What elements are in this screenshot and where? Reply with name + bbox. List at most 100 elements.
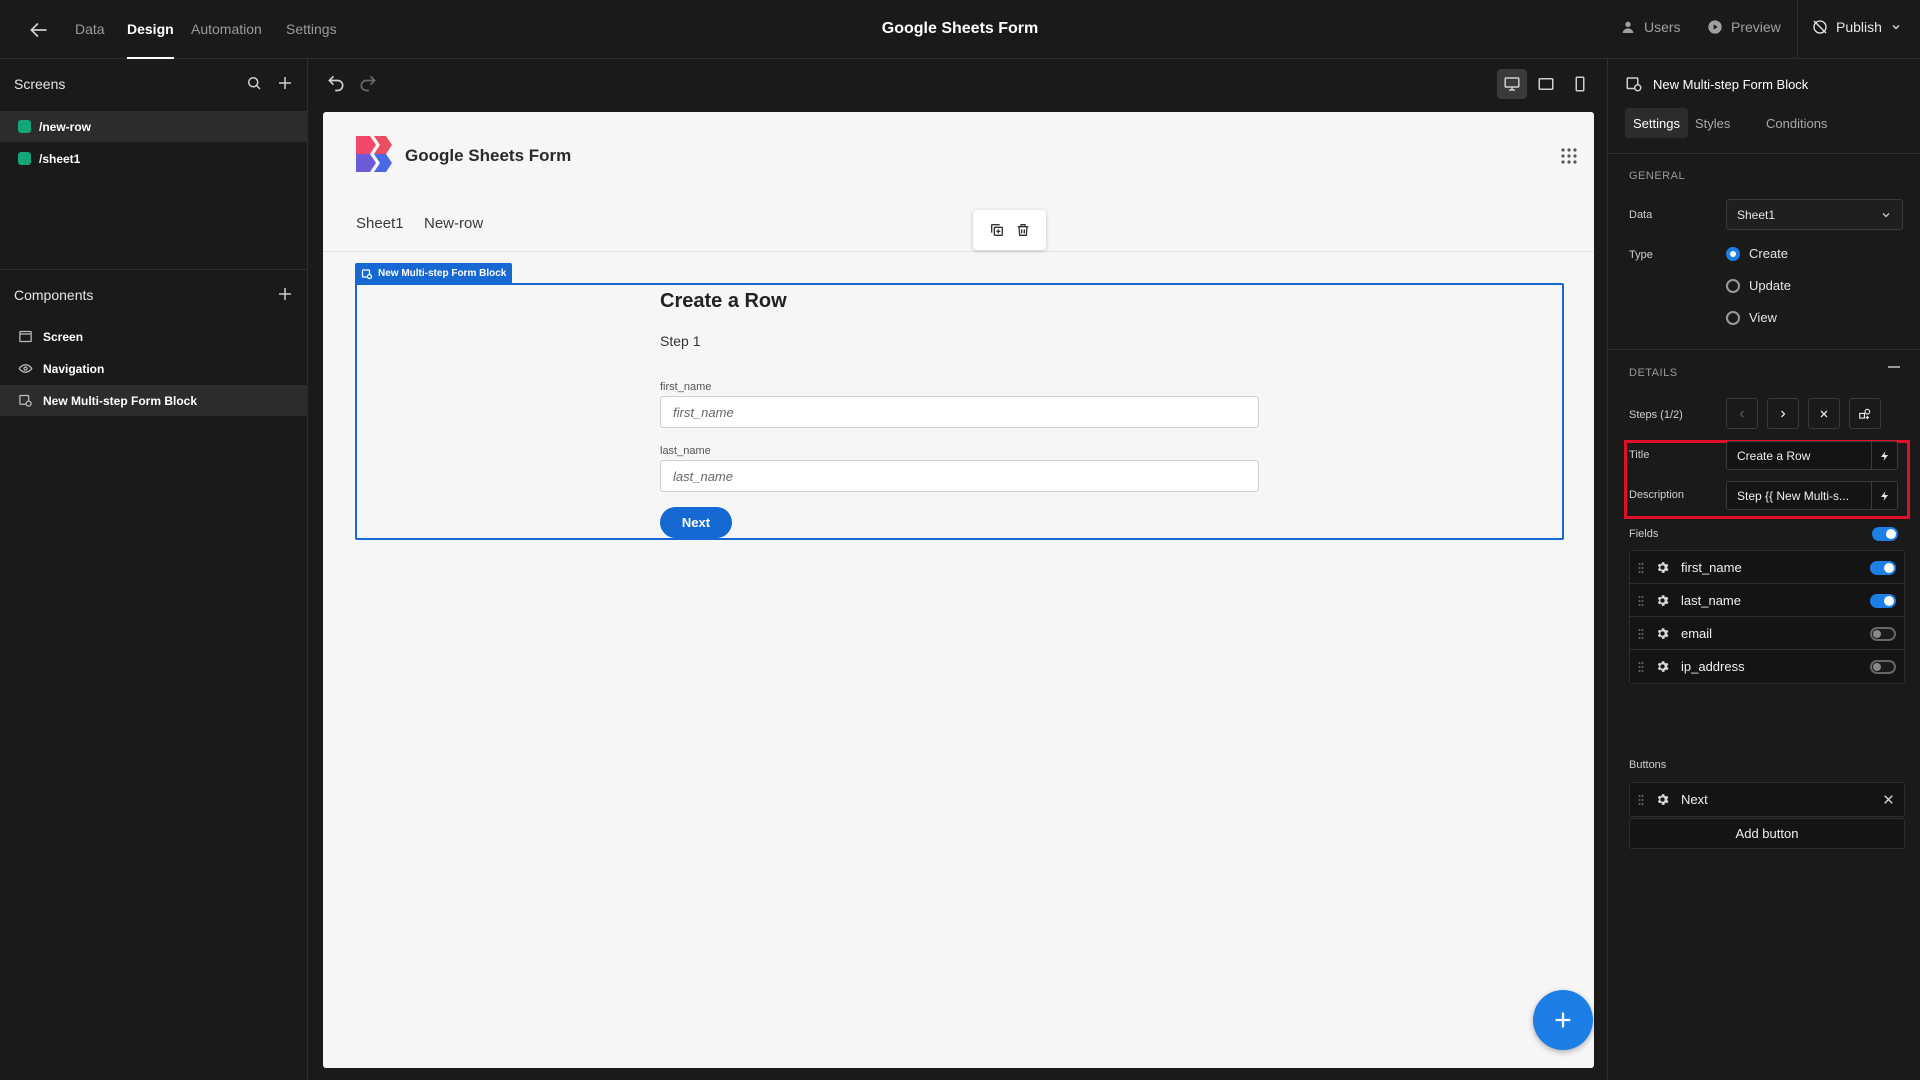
screen-item-sheet1[interactable]: /sheet1 bbox=[0, 143, 308, 174]
drag-handle-icon[interactable] bbox=[1638, 628, 1644, 640]
steps-label: Steps (1/2) bbox=[1629, 409, 1683, 421]
drag-handle-icon[interactable] bbox=[1638, 562, 1644, 574]
preview-nav-sheet1[interactable]: Sheet1 bbox=[356, 215, 404, 232]
tab-automation[interactable]: Automation bbox=[191, 21, 262, 37]
description-field[interactable]: Step {{ New Multi-s... bbox=[1726, 481, 1872, 510]
preview-label: Preview bbox=[1731, 19, 1781, 35]
grid-menu-icon[interactable] bbox=[1560, 147, 1578, 165]
preview-button[interactable]: Preview bbox=[1707, 19, 1781, 35]
field-row-email[interactable]: email bbox=[1630, 617, 1904, 650]
field-toggle-on[interactable] bbox=[1870, 561, 1896, 575]
field-toggle-on[interactable] bbox=[1870, 594, 1896, 608]
component-toolbar bbox=[973, 210, 1046, 250]
gear-icon[interactable] bbox=[1655, 560, 1670, 575]
component-item-form-block[interactable]: New Multi-step Form Block bbox=[0, 385, 308, 416]
add-button-button[interactable]: Add button bbox=[1629, 818, 1905, 849]
form-block-icon bbox=[1625, 75, 1643, 93]
buttons-label: Buttons bbox=[1629, 759, 1667, 771]
component-label: New Multi-step Form Block bbox=[43, 393, 198, 408]
component-label: Screen bbox=[43, 329, 84, 344]
previous-step-button[interactable] bbox=[1726, 398, 1758, 429]
gear-icon[interactable] bbox=[1655, 659, 1670, 674]
preview-app-title: Google Sheets Form bbox=[405, 146, 572, 165]
type-radio-view[interactable]: View bbox=[1726, 310, 1777, 325]
radio-label: Update bbox=[1749, 278, 1791, 293]
form-next-button[interactable]: Next bbox=[660, 507, 732, 538]
screen-dot bbox=[18, 152, 31, 165]
chevron-down-icon bbox=[1880, 209, 1892, 221]
screen-label: /sheet1 bbox=[39, 151, 81, 166]
tab-conditions[interactable]: Conditions bbox=[1758, 108, 1835, 138]
button-name: Next bbox=[1681, 792, 1708, 807]
field-row-last-name[interactable]: last_name bbox=[1630, 584, 1904, 617]
buttons-list: Next bbox=[1629, 782, 1905, 817]
component-title: New Multi-step Form Block bbox=[1653, 77, 1809, 92]
mobile-icon[interactable] bbox=[1565, 69, 1595, 99]
tab-data[interactable]: Data bbox=[75, 21, 105, 37]
field-row-ip-address[interactable]: ip_address bbox=[1630, 650, 1904, 683]
add-component-fab[interactable] bbox=[1533, 990, 1593, 1050]
settings-panel: New Multi-step Form Block Settings Style… bbox=[1607, 59, 1920, 1080]
field-toggle-off[interactable] bbox=[1870, 660, 1896, 674]
remove-step-button[interactable] bbox=[1808, 398, 1840, 429]
tab-styles[interactable]: Styles bbox=[1687, 108, 1738, 138]
play-icon bbox=[1707, 19, 1723, 35]
back-arrow-icon[interactable] bbox=[26, 17, 52, 43]
lightning-bolt-icon[interactable] bbox=[1872, 441, 1898, 470]
field-name: last_name bbox=[1681, 593, 1741, 608]
field-name: first_name bbox=[1681, 560, 1742, 575]
gear-icon[interactable] bbox=[1655, 626, 1670, 641]
radio-unselected bbox=[1726, 310, 1740, 325]
data-source-select[interactable]: Sheet1 bbox=[1726, 199, 1903, 230]
description-label: Description bbox=[1629, 489, 1685, 501]
fields-label: Fields bbox=[1629, 528, 1659, 540]
next-step-button[interactable] bbox=[1767, 398, 1799, 429]
general-section-label: GENERAL bbox=[1629, 170, 1686, 182]
trash-icon[interactable] bbox=[1015, 222, 1031, 238]
title-field[interactable]: Create a Row bbox=[1726, 441, 1872, 470]
field-row-first-name[interactable]: first_name bbox=[1630, 551, 1904, 584]
redo-icon[interactable] bbox=[358, 73, 378, 93]
data-label: Data bbox=[1629, 209, 1653, 221]
tab-settings[interactable]: Settings bbox=[286, 21, 337, 37]
preview-nav-new-row[interactable]: New-row bbox=[424, 215, 483, 232]
fields-master-toggle[interactable] bbox=[1872, 527, 1898, 541]
radio-label: Create bbox=[1749, 246, 1789, 261]
tablet-icon[interactable] bbox=[1531, 69, 1561, 99]
gear-icon[interactable] bbox=[1655, 792, 1670, 807]
gear-icon[interactable] bbox=[1655, 593, 1670, 608]
add-screen-icon[interactable] bbox=[276, 74, 294, 92]
form-step-label: Step 1 bbox=[660, 333, 701, 349]
button-row-next[interactable]: Next bbox=[1630, 783, 1904, 816]
block-tag-label: New Multi-step Form Block bbox=[378, 268, 507, 279]
first-name-input[interactable] bbox=[660, 396, 1259, 428]
desktop-icon[interactable] bbox=[1497, 69, 1527, 99]
undo-icon[interactable] bbox=[326, 73, 346, 93]
users-button[interactable]: Users bbox=[1620, 19, 1681, 35]
type-radio-create[interactable]: Create bbox=[1726, 246, 1788, 261]
field-toggle-off[interactable] bbox=[1870, 627, 1896, 641]
drag-handle-icon[interactable] bbox=[1638, 794, 1644, 806]
lightning-bolt-icon[interactable] bbox=[1872, 481, 1898, 510]
drag-handle-icon[interactable] bbox=[1638, 661, 1644, 673]
search-icon[interactable] bbox=[245, 74, 263, 92]
type-radio-update[interactable]: Update bbox=[1726, 278, 1791, 293]
data-source-value: Sheet1 bbox=[1737, 207, 1776, 222]
duplicate-icon[interactable] bbox=[989, 222, 1005, 238]
screen-item-new-row[interactable]: /new-row bbox=[0, 111, 308, 142]
collapse-icon[interactable] bbox=[1888, 366, 1900, 368]
component-item-navigation[interactable]: Navigation bbox=[0, 353, 308, 384]
last-name-input[interactable] bbox=[660, 460, 1259, 492]
component-item-screen[interactable]: Screen bbox=[0, 321, 308, 352]
publish-button[interactable]: Publish bbox=[1812, 19, 1902, 35]
close-icon[interactable] bbox=[1882, 793, 1895, 806]
drag-handle-icon[interactable] bbox=[1638, 595, 1644, 607]
type-label: Type bbox=[1629, 249, 1653, 261]
eye-icon bbox=[18, 361, 33, 376]
tab-design[interactable]: Design bbox=[127, 21, 174, 59]
tab-settings-panel[interactable]: Settings bbox=[1625, 108, 1688, 138]
add-component-icon[interactable] bbox=[276, 285, 294, 303]
globe-off-icon bbox=[1812, 19, 1828, 35]
add-step-button[interactable] bbox=[1849, 398, 1881, 429]
form-block-icon bbox=[18, 393, 33, 408]
